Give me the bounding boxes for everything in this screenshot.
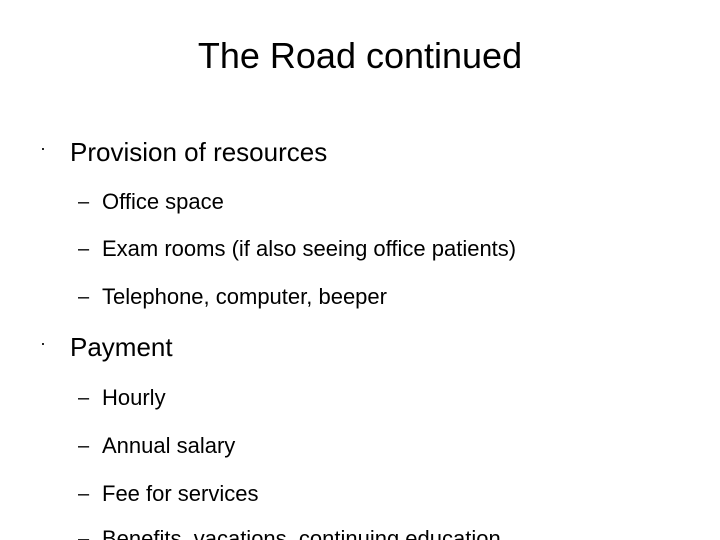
bullet-heading: Payment — [70, 332, 173, 362]
sub-bullet-text: Hourly — [102, 385, 166, 410]
slide: The Road continued · Provision of resour… — [0, 0, 720, 540]
bullet-dot-icon: · — [40, 333, 46, 353]
sub-bullet-text: Fee for services — [102, 481, 259, 506]
dash-icon: – — [78, 387, 90, 409]
dash-icon: – — [78, 483, 90, 505]
dash-icon: – — [78, 435, 90, 457]
bullet-heading: Provision of resources — [70, 137, 328, 167]
sub-bullet-text: Benefits, vacations, continuing educatio… — [102, 526, 501, 540]
sub-bullet-text: Exam rooms (if also seeing office patien… — [102, 236, 517, 261]
sub-bullet-text: Telephone, computer, beeper — [102, 284, 387, 309]
dash-icon: – — [78, 238, 90, 260]
sub-bullet-text: Annual salary — [102, 433, 236, 458]
slide-title: The Road continued — [197, 35, 523, 76]
dash-icon: – — [78, 286, 90, 308]
dash-icon: – — [78, 528, 90, 540]
dash-icon: – — [78, 191, 90, 213]
bullet-dot-icon: · — [40, 138, 46, 158]
sub-bullet-text: Office space — [102, 189, 224, 214]
